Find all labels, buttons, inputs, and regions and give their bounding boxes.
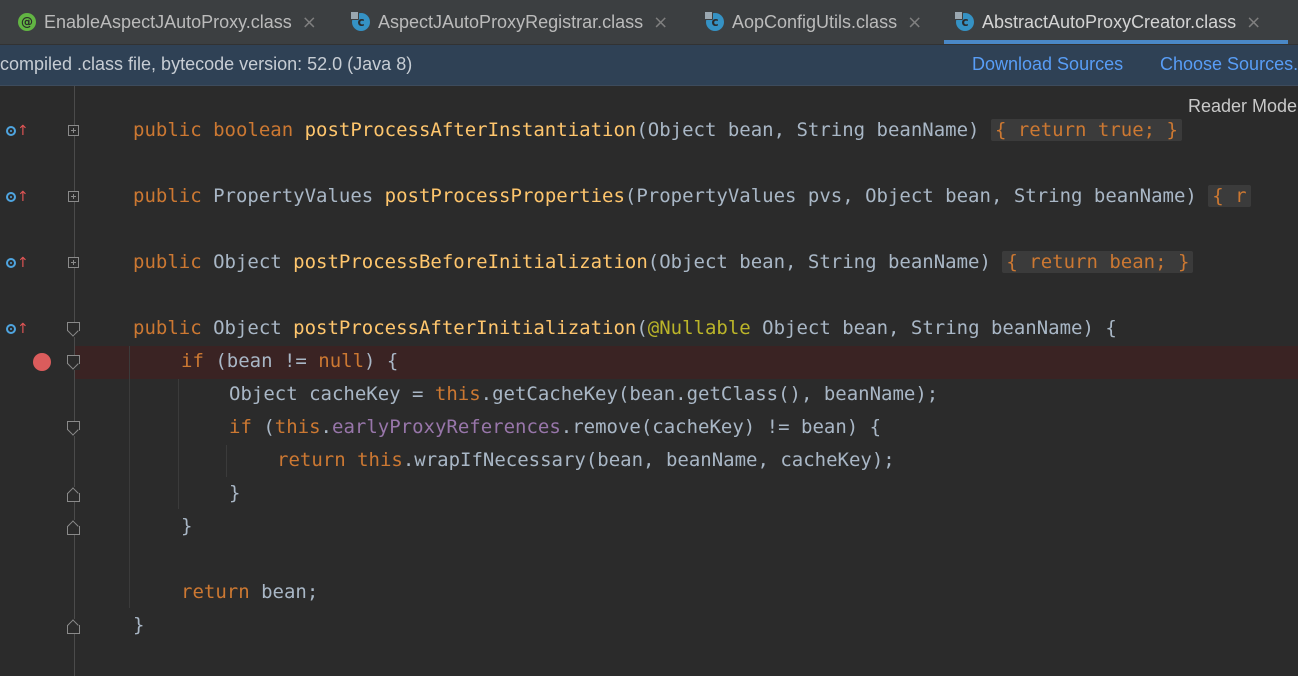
code-line-if-early-proxy[interactable]: if (this.earlyProxyReferences.remove(cac… <box>229 411 881 444</box>
annotation-icon: @ <box>18 13 36 31</box>
code-line-close-brace[interactable]: } <box>229 477 240 510</box>
active-tab-indicator <box>944 40 1288 44</box>
tab-aop-config-utils[interactable]: c AopConfigUtils.class × <box>704 0 922 44</box>
fold-end-icon[interactable] <box>67 487 80 502</box>
class-icon: c <box>704 11 724 31</box>
code-type: Object <box>213 317 294 339</box>
close-icon[interactable]: × <box>907 12 922 33</box>
breakpoint-icon[interactable] <box>33 353 51 371</box>
tab-label: AspectJAutoProxyRegistrar.class <box>378 11 644 32</box>
tab-label: EnableAspectJAutoProxy.class <box>44 11 292 32</box>
fold-end-icon[interactable] <box>67 619 80 634</box>
code-text: (Object bean, String beanName) <box>647 251 1003 273</box>
code-keyword: this <box>434 383 481 405</box>
close-icon[interactable]: × <box>302 12 317 33</box>
collapse-fold-icon[interactable] <box>67 421 80 436</box>
code-keyword: public boolean <box>133 119 305 141</box>
tab-label: AbstractAutoProxyCreator.class <box>982 11 1237 32</box>
indent-guide <box>226 445 227 477</box>
code-folded-body: { return true; } <box>994 119 1178 141</box>
class-icon: c <box>954 11 974 31</box>
code-line-close-brace[interactable]: } <box>133 609 144 642</box>
choose-sources-link[interactable]: Choose Sources... <box>1160 54 1298 75</box>
code-line-post-process-properties[interactable]: public PropertyValues postProcessPropert… <box>133 180 1251 213</box>
overrides-method-icon[interactable]: ↑ <box>6 253 30 273</box>
code-annotation: @Nullable <box>647 317 751 339</box>
code-text: (bean != <box>215 350 319 372</box>
code-keyword: if <box>229 416 264 438</box>
code-text: .wrapIfNecessary(bean, beanName, cacheKe… <box>402 449 895 471</box>
tab-abstract-auto-proxy-creator[interactable]: c AbstractAutoProxyCreator.class × <box>944 0 1288 44</box>
code-keyword: this <box>274 416 321 438</box>
close-icon[interactable]: × <box>1246 12 1261 33</box>
decompiled-notice-banner: compiled .class file, bytecode version: … <box>0 45 1298 86</box>
reader-mode-button[interactable]: Reader Mode <box>1188 96 1297 117</box>
banner-message: compiled .class file, bytecode version: … <box>0 54 413 74</box>
code-line-cache-key[interactable]: Object cacheKey = this.getCacheKey(bean.… <box>229 378 938 411</box>
code-text: ( <box>263 416 275 438</box>
tab-enable-aspectj-auto-proxy[interactable]: @ EnableAspectJAutoProxy.class × <box>18 0 317 44</box>
overrides-method-icon[interactable]: ↑ <box>6 121 30 141</box>
code-text: .getCacheKey(bean.getClass(), beanName); <box>480 383 939 405</box>
expand-fold-icon[interactable] <box>68 191 79 202</box>
code-line-return-wrap[interactable]: return this.wrapIfNecessary(bean, beanNa… <box>277 444 895 477</box>
collapse-fold-icon[interactable] <box>67 322 80 337</box>
folded-code-hint[interactable]: { return bean; } <box>1002 251 1194 273</box>
code-method-name: postProcessAfterInstantiation <box>304 119 637 141</box>
code-text: ( <box>636 317 648 339</box>
gutter-divider <box>74 86 75 676</box>
close-icon[interactable]: × <box>653 12 668 33</box>
tab-aspectj-auto-proxy-registrar[interactable]: c AspectJAutoProxyRegistrar.class × <box>350 0 668 44</box>
code-keyword: public <box>133 185 214 207</box>
code-line-return-bean[interactable]: return bean; <box>181 576 318 609</box>
editor-tab-bar: @ EnableAspectJAutoProxy.class × c Aspec… <box>0 0 1298 45</box>
overrides-method-icon[interactable]: ↑ <box>6 319 30 339</box>
code-folded-body: { return bean; } <box>1006 251 1190 273</box>
code-text: Object bean, String beanName) { <box>750 317 1117 339</box>
code-text: Object cacheKey = <box>229 383 435 405</box>
code-text: bean; <box>261 581 319 603</box>
code-method-name: postProcessProperties <box>384 185 625 207</box>
download-sources-link[interactable]: Download Sources <box>972 54 1123 75</box>
code-method-name: postProcessAfterInitialization <box>293 317 637 339</box>
code-text: . <box>320 416 332 438</box>
code-line-post-process-after-instantiation[interactable]: public boolean postProcessAfterInstantia… <box>133 114 1182 147</box>
code-line-post-process-before-initialization[interactable]: public Object postProcessBeforeInitializ… <box>133 246 1194 279</box>
code-keyword: this <box>357 449 403 471</box>
code-line-post-process-after-initialization[interactable]: public Object postProcessAfterInitializa… <box>133 312 1117 345</box>
code-keyword: if <box>181 350 216 372</box>
expand-fold-icon[interactable] <box>68 125 79 136</box>
code-keyword: null <box>318 350 365 372</box>
indent-guide <box>178 379 179 509</box>
code-field: earlyProxyReferences <box>332 416 561 438</box>
code-keyword: return <box>277 449 358 471</box>
overrides-method-icon[interactable]: ↑ <box>6 187 30 207</box>
code-type: Object <box>213 251 294 273</box>
folded-code-hint[interactable]: { r <box>1208 185 1251 207</box>
expand-fold-icon[interactable] <box>68 257 79 268</box>
code-text: .remove(cacheKey) != bean) { <box>560 416 882 438</box>
code-text: (Object bean, String beanName) <box>636 119 991 141</box>
fold-end-icon[interactable] <box>67 520 80 535</box>
code-keyword: return <box>181 581 262 603</box>
code-keyword: public <box>133 317 214 339</box>
code-text: (PropertyValues pvs, Object bean, String… <box>624 185 1209 207</box>
code-keyword: public <box>133 251 214 273</box>
code-type: PropertyValues <box>213 185 385 207</box>
class-icon: c <box>350 11 370 31</box>
folded-code-hint[interactable]: { return true; } <box>990 119 1182 141</box>
tab-label: AopConfigUtils.class <box>732 11 898 32</box>
code-folded-body: { r <box>1212 185 1247 207</box>
collapse-fold-icon[interactable] <box>67 355 80 370</box>
code-line-close-brace[interactable]: } <box>181 510 192 543</box>
code-line-if-bean-not-null[interactable]: if (bean != null) { <box>181 345 398 378</box>
indent-guide <box>129 346 130 608</box>
code-text: ) { <box>364 350 399 372</box>
code-method-name: postProcessBeforeInitialization <box>293 251 648 273</box>
